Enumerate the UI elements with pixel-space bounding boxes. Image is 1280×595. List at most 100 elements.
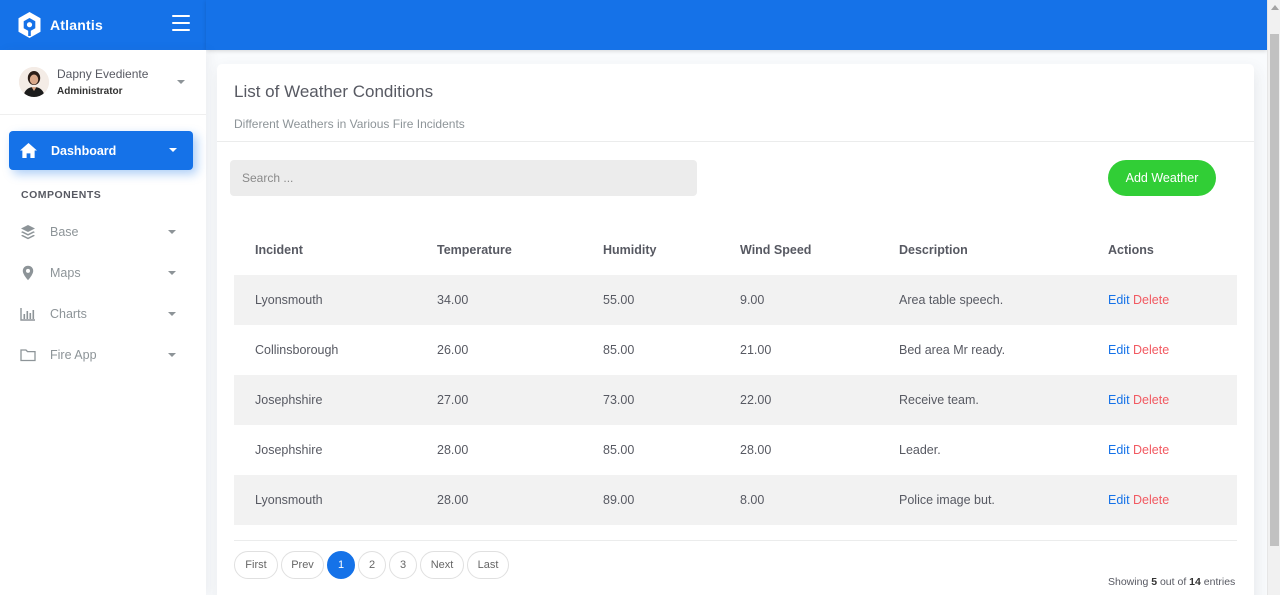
page-3-button[interactable]: 3 [389, 551, 417, 579]
cell-description: Bed area Mr ready. [899, 343, 1006, 357]
cell-wind-speed: 8.00 [719, 475, 878, 525]
table-row: Josephshire 27.00 73.00 22.00 Receive te… [234, 375, 1237, 425]
add-weather-button[interactable]: Add Weather [1108, 160, 1216, 196]
column-header-actions: Actions [1108, 243, 1154, 257]
cell-incident: Collinsborough [255, 343, 339, 357]
cell-description: Area table speech. [878, 275, 1087, 325]
cell-temperature: 28.00 [437, 443, 469, 457]
page-next-button[interactable]: Next [420, 551, 464, 579]
delete-link[interactable]: Delete [1133, 393, 1169, 407]
delete-link[interactable]: Delete [1133, 493, 1169, 507]
weather-card: List of Weather Conditions Different Wea… [217, 64, 1254, 595]
delete-link[interactable]: Delete [1133, 293, 1169, 307]
layers-icon [21, 225, 35, 240]
cell-wind-speed: 9.00 [719, 275, 878, 325]
home-icon [20, 142, 37, 159]
sidebar-item-dashboard[interactable]: Dashboard [9, 131, 193, 170]
cell-humidity: 73.00 [582, 375, 719, 425]
table-row: Lyonsmouth 28.00 89.00 8.00 Police image… [234, 475, 1237, 525]
sidebar: Dapny Evediente Administrator Dashboard … [0, 50, 206, 595]
scroll-up-icon[interactable] [1271, 5, 1279, 10]
edit-link[interactable]: Edit [1108, 443, 1130, 457]
cell-incident: Josephshire [234, 375, 416, 425]
chevron-down-icon [169, 148, 177, 152]
cell-actions: Edit Delete [1087, 275, 1237, 325]
table-row: Collinsborough 26.00 85.00 21.00 Bed are… [234, 325, 1237, 375]
table-row: Josephshire 28.00 85.00 28.00 Leader. Ed… [234, 425, 1237, 475]
user-role: Administrator [57, 85, 123, 97]
cell-actions: Edit Delete [1087, 325, 1237, 375]
table-row: Lyonsmouth 34.00 55.00 9.00 Area table s… [234, 275, 1237, 325]
search-input[interactable] [230, 160, 697, 196]
cell-description: Police image but. [878, 475, 1087, 525]
page-2-button[interactable]: 2 [358, 551, 386, 579]
sidebar-section-title: COMPONENTS [21, 189, 102, 201]
summary-count: 5 [1151, 576, 1158, 588]
edit-link[interactable]: Edit [1108, 343, 1130, 357]
cell-description: Receive team. [878, 375, 1087, 425]
map-pin-icon [22, 265, 34, 281]
column-header-incident[interactable]: Incident [234, 225, 416, 275]
cell-temperature: 34.00 [416, 275, 582, 325]
page-prev-button[interactable]: Prev [281, 551, 324, 579]
user-name: Dapny Evediente [57, 66, 149, 81]
sidebar-item-charts[interactable]: Charts [0, 294, 206, 334]
cell-wind-speed: 22.00 [719, 375, 878, 425]
sidebar-item-base[interactable]: Base [0, 212, 206, 252]
weather-table: Incident Temperature Humidity Wind Speed… [234, 225, 1237, 525]
cell-humidity: 89.00 [582, 475, 719, 525]
cell-wind-speed: 28.00 [740, 443, 772, 457]
cell-incident: Lyonsmouth [234, 275, 416, 325]
page-title: List of Weather Conditions [234, 82, 434, 101]
chevron-down-icon [168, 353, 176, 357]
entries-summary: Showing 5 out of 14 entries [1108, 576, 1235, 588]
sidebar-item-maps[interactable]: Maps [0, 253, 206, 293]
cell-temperature: 28.00 [416, 475, 582, 525]
page-scrollbar[interactable] [1267, 0, 1280, 595]
cell-description: Leader. [899, 443, 941, 457]
page-subtitle: Different Weathers in Various Fire Incid… [234, 117, 465, 131]
chevron-down-icon [168, 312, 176, 316]
edit-link[interactable]: Edit [1108, 493, 1130, 507]
chevron-down-icon [168, 230, 176, 234]
atlantis-logo-icon [18, 12, 41, 38]
page-1-button[interactable]: 1 [327, 551, 355, 579]
cell-incident: Lyonsmouth [234, 475, 416, 525]
menu-toggle-icon[interactable] [172, 15, 190, 31]
page-first-button[interactable]: First [234, 551, 278, 579]
chevron-down-icon[interactable] [177, 80, 185, 84]
logo-header: Atlantis [0, 0, 206, 50]
folder-icon [20, 349, 36, 362]
sidebar-item-label: Maps [50, 266, 81, 280]
delete-link[interactable]: Delete [1133, 443, 1169, 457]
user-panel[interactable]: Dapny Evediente Administrator [0, 50, 206, 115]
table-header-row: Incident Temperature Humidity Wind Speed… [234, 225, 1237, 275]
edit-link[interactable]: Edit [1108, 293, 1130, 307]
sidebar-item-fire-app[interactable]: Fire App [0, 335, 206, 375]
cell-incident: Josephshire [255, 443, 323, 457]
cell-actions: Edit Delete [1087, 375, 1237, 425]
pagination: First Prev 1 2 3 Next Last [234, 551, 512, 579]
delete-link[interactable]: Delete [1133, 343, 1169, 357]
cell-actions: Edit Delete [1087, 475, 1237, 525]
bar-chart-icon [20, 308, 35, 321]
summary-total: 14 [1189, 576, 1201, 588]
column-header-wind-speed[interactable]: Wind Speed [719, 225, 878, 275]
avatar [19, 67, 49, 97]
edit-link[interactable]: Edit [1108, 393, 1130, 407]
divider [234, 540, 1237, 541]
summary-suffix: entries [1203, 576, 1236, 588]
brand-name[interactable]: Atlantis [50, 17, 103, 33]
cell-wind-speed: 21.00 [740, 343, 772, 357]
cell-temperature: 26.00 [437, 343, 469, 357]
column-header-humidity[interactable]: Humidity [582, 225, 719, 275]
sidebar-item-label: Base [50, 225, 79, 239]
cell-humidity: 85.00 [603, 343, 635, 357]
column-header-description[interactable]: Description [878, 225, 1087, 275]
column-header-temperature[interactable]: Temperature [416, 225, 582, 275]
cell-humidity: 85.00 [603, 443, 635, 457]
page-last-button[interactable]: Last [467, 551, 509, 579]
scrollbar-thumb[interactable] [1270, 34, 1279, 546]
chevron-down-icon [168, 271, 176, 275]
sidebar-item-label: Charts [50, 307, 87, 321]
